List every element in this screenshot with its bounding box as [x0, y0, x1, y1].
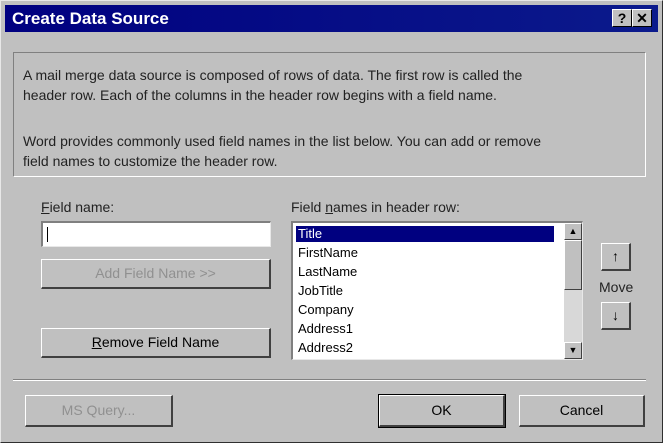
ok-button[interactable]: OK — [378, 394, 506, 428]
list-item-jobtitle[interactable]: JobTitle — [296, 283, 554, 299]
close-button[interactable]: ✕ — [632, 9, 652, 27]
move-down-button[interactable]: ↓ — [601, 302, 631, 330]
add-field-name-button[interactable]: Add Field Name >> — [41, 259, 271, 289]
move-label: Move — [599, 279, 634, 295]
info-line-1: A mail merge data source is composed of … — [23, 67, 523, 83]
header-list-label: Field names in header row: — [291, 199, 460, 215]
list-item-address1[interactable]: Address1 — [296, 321, 554, 337]
list-item-title[interactable]: Title — [296, 226, 554, 242]
info-line-2: header row. Each of the columns in the h… — [23, 87, 497, 103]
ms-query-button[interactable]: MS Query... — [25, 395, 173, 427]
scroll-up-arrow-icon[interactable]: ▲ — [564, 223, 582, 240]
up-arrow-icon: ↑ — [612, 248, 619, 264]
title-bar[interactable]: Create Data Source ? ✕ — [5, 5, 658, 32]
header-row-listbox[interactable]: Title FirstName LastName JobTitle Compan… — [291, 221, 583, 360]
info-panel: A mail merge data source is composed of … — [13, 52, 646, 177]
text-caret — [47, 227, 48, 242]
dialog-title: Create Data Source — [12, 9, 169, 28]
move-up-button[interactable]: ↑ — [601, 243, 631, 271]
list-item-address2[interactable]: Address2 — [296, 340, 554, 356]
down-arrow-icon: ↓ — [612, 307, 619, 323]
list-item-lastname[interactable]: LastName — [296, 264, 554, 280]
field-name-label: Field name: — [41, 199, 115, 215]
create-data-source-dialog: Create Data Source ? ✕ A mail merge data… — [0, 0, 663, 443]
divider — [13, 379, 646, 381]
list-item-company[interactable]: Company — [296, 302, 554, 318]
info-line-3: Word provides commonly used field names … — [23, 133, 542, 149]
scroll-down-arrow-icon[interactable]: ▼ — [564, 342, 582, 359]
remove-field-name-button[interactable]: Remove Field Name — [41, 328, 271, 358]
field-name-input[interactable] — [41, 221, 271, 247]
info-line-4: field names to customize the header row. — [23, 153, 278, 169]
list-item-firstname[interactable]: FirstName — [296, 245, 554, 261]
help-button[interactable]: ? — [612, 9, 632, 27]
list-scrollbar[interactable]: ▲ ▼ — [564, 223, 582, 359]
cancel-button[interactable]: Cancel — [519, 395, 645, 427]
scroll-thumb[interactable] — [564, 240, 582, 290]
